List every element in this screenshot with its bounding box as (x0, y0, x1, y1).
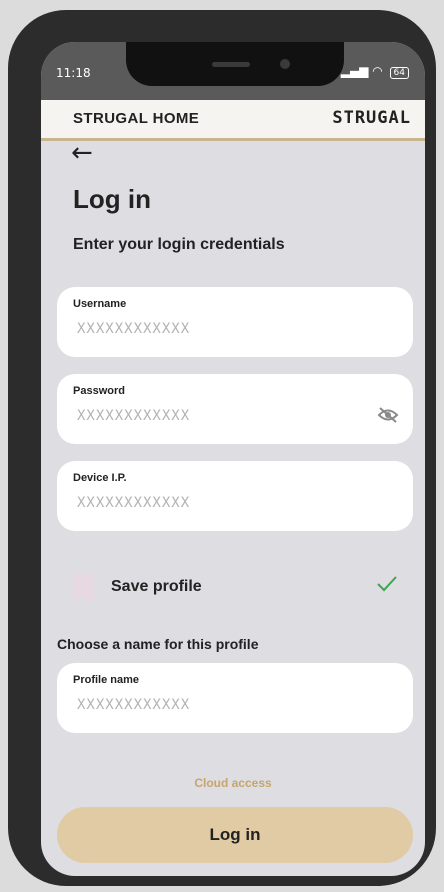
username-label: Username (73, 298, 127, 310)
brand-logo: STRUGAL (332, 108, 411, 128)
page-subtitle: Enter your login credentials (73, 236, 285, 253)
signal-icon: ▂▄▆ (340, 64, 369, 78)
wifi-icon: ◠ (372, 64, 383, 78)
camera-notch (126, 42, 344, 86)
side-button (10, 272, 18, 334)
page-title: Log in (73, 184, 151, 214)
check-icon[interactable] (377, 576, 397, 596)
profile-name-heading: Choose a name for this profile (57, 636, 259, 652)
cloud-access-link[interactable]: Cloud access (41, 776, 425, 790)
back-arrow-icon[interactable]: ← (71, 140, 93, 166)
front-camera (280, 59, 290, 69)
app-title: STRUGAL HOME (73, 110, 200, 127)
bookmark-icon[interactable] (73, 573, 93, 603)
username-input[interactable]: XXXXXXXXXXXX (77, 321, 190, 337)
app-screen: 11:18 ▂▄▆ ◠ 64 STRUGAL HOME STRUGAL ← Lo… (41, 42, 425, 876)
side-button (10, 192, 18, 254)
password-label: Password (73, 385, 125, 397)
phone-frame: 11:18 ▂▄▆ ◠ 64 STRUGAL HOME STRUGAL ← Lo… (8, 10, 436, 886)
battery-icon: 64 (389, 67, 409, 79)
password-field[interactable]: Password XXXXXXXXXXXX (57, 374, 413, 444)
device-ip-input[interactable]: XXXXXXXXXXXX (77, 495, 190, 511)
profile-name-input[interactable]: XXXXXXXXXXXX (77, 697, 190, 713)
app-bar: STRUGAL HOME STRUGAL (41, 100, 425, 141)
save-profile-label[interactable]: Save profile (111, 578, 202, 596)
device-ip-label: Device I.P. (73, 472, 127, 484)
login-button[interactable]: Log in (57, 807, 413, 863)
side-button (10, 128, 18, 162)
device-ip-field[interactable]: Device I.P. XXXXXXXXXXXX (57, 461, 413, 531)
profile-name-field[interactable]: Profile name XXXXXXXXXXXX (57, 663, 413, 733)
status-time: 11:18 (56, 66, 91, 80)
status-icons: ▂▄▆ ◠ 64 (341, 64, 409, 79)
eye-off-icon[interactable] (377, 406, 399, 428)
password-input[interactable]: XXXXXXXXXXXX (77, 408, 190, 424)
speaker (212, 62, 250, 67)
profile-name-label: Profile name (73, 674, 140, 686)
username-field[interactable]: Username XXXXXXXXXXXX (57, 287, 413, 357)
